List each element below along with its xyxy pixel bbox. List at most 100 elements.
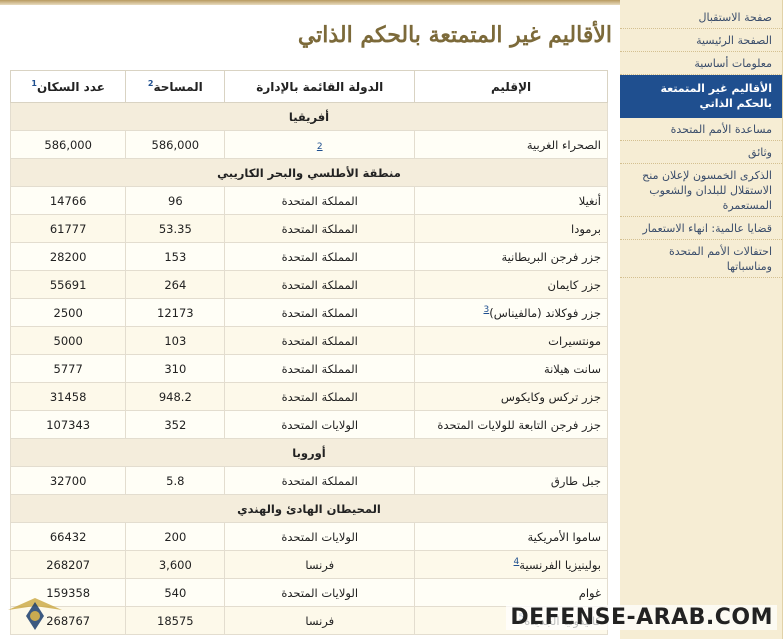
admin-cell: المملكة المتحدة xyxy=(224,382,416,411)
population-cell: 5777 xyxy=(9,354,127,383)
area-cell: 103 xyxy=(125,326,226,355)
watermark: DEFENSE-ARAB.COM xyxy=(0,598,783,639)
sidebar-item[interactable]: صفحة الاستقبال xyxy=(620,0,782,29)
territory-cell: بولينيزيا الفرنسية4 xyxy=(414,550,608,579)
watermark-logo-icon xyxy=(8,598,62,630)
population-cell: 55691 xyxy=(9,270,127,299)
population-cell: 66432 xyxy=(9,522,127,551)
area-cell: 96 xyxy=(125,186,226,215)
population-cell: 107343 xyxy=(9,410,127,439)
admin-name: المملكة المتحدة xyxy=(281,473,358,488)
population-cell: 61777 xyxy=(9,214,127,243)
table-row: الصحراء الغربية 2 586,000 586,000 xyxy=(9,130,608,159)
territory-name: الصحراء الغربية xyxy=(526,137,601,152)
sidebar-item[interactable]: مساعدة الأمم المتحدة xyxy=(620,118,782,141)
area-cell: 264 xyxy=(125,270,226,299)
territory-name: جزر فوكلاند (مالفيناس) xyxy=(489,305,601,320)
territories-table: الإقليم الدولة القائمة بالإدارة المساحة2… xyxy=(9,70,608,635)
population-cell: 28200 xyxy=(9,242,127,271)
territory-name: بولينيزيا الفرنسية xyxy=(519,557,601,572)
admin-name: الولايات المتحدة xyxy=(281,529,359,544)
admin-cell: فرنسا xyxy=(224,550,416,579)
admin-name: المملكة المتحدة xyxy=(281,249,358,264)
area-cell: 200 xyxy=(125,522,226,551)
territory-cell: جزر فرجن التابعة للولايات المتحدة xyxy=(414,410,608,439)
admin-cell: الولايات المتحدة xyxy=(224,410,416,439)
territory-name: مونتسيرات xyxy=(548,333,601,348)
territory-cell: جبل طارق xyxy=(414,466,608,495)
territory-name: جزر تركس وكايكوس xyxy=(500,389,601,404)
table-row: سانت هيلانة المملكة المتحدة 310 5777 xyxy=(9,354,608,383)
admin-name: المملكة المتحدة xyxy=(281,389,358,404)
admin-cell: 2 xyxy=(224,130,416,159)
territory-cell: سانت هيلانة xyxy=(414,354,608,383)
section-row: أفريقيا xyxy=(10,102,608,131)
sidebar-item[interactable]: الأقاليم غير المتمتعة بالحكم الذاتي xyxy=(620,75,782,118)
territory-cell: برمودا xyxy=(414,214,608,243)
population-cell: 2500 xyxy=(9,298,127,327)
header-territory: الإقليم xyxy=(414,70,608,103)
admin-cell: المملكة المتحدة xyxy=(224,186,416,215)
section-row: منطقة الأطلسي والبحر الكاريبي xyxy=(10,158,608,187)
admin-name: المملكة المتحدة xyxy=(281,277,358,292)
territory-name: سانت هيلانة xyxy=(543,361,601,376)
population-cell: 31458 xyxy=(9,382,127,411)
territory-cell: الصحراء الغربية xyxy=(414,130,608,159)
sidebar-item[interactable]: وثائق xyxy=(620,141,782,164)
admin-cell: المملكة المتحدة xyxy=(224,242,416,271)
territory-cell: مونتسيرات xyxy=(414,326,608,355)
admin-name: الولايات المتحدة xyxy=(281,417,359,432)
area-cell: 310 xyxy=(125,354,226,383)
page-title: الأقاليم غير المتمتعة بالحكم الذاتي xyxy=(297,22,612,48)
territory-name: جبل طارق xyxy=(550,473,601,488)
sidebar-item[interactable]: قضايا عالمية: انهاء الاستعمار xyxy=(620,217,782,240)
territory-cell: جزر كايمان xyxy=(414,270,608,299)
area-cell: 586,000 xyxy=(125,130,226,159)
footnote-link[interactable]: 2 xyxy=(317,142,323,152)
territory-name: جزر فرجن البريطانية xyxy=(501,249,601,264)
territory-cell: جزر تركس وكايكوس xyxy=(414,382,608,411)
population-cell: 32700 xyxy=(9,466,127,495)
admin-cell: المملكة المتحدة xyxy=(224,298,416,327)
sidebar-nav: صفحة الاستقبال الصفحة الرئيسية معلومات أسا… xyxy=(620,0,783,639)
table-row: برمودا المملكة المتحدة 53.35 61777 xyxy=(9,214,608,243)
table-row: بولينيزيا الفرنسية4 فرنسا 3,600 268207 xyxy=(9,550,608,579)
main-content: الأقاليم غير المتمتعة بالحكم الذاتي الإق… xyxy=(0,0,620,639)
territory-name: جزر فرجن التابعة للولايات المتحدة xyxy=(437,417,601,432)
admin-name: المملكة المتحدة xyxy=(281,193,358,208)
table-row: جبل طارق المملكة المتحدة 5.8 32700 xyxy=(9,466,608,495)
admin-name: فرنسا xyxy=(305,557,335,572)
admin-name: المملكة المتحدة xyxy=(281,361,358,376)
sidebar-item[interactable]: الذكرى الخمسون لإعلان منح الاستقلال للبل… xyxy=(620,164,782,217)
admin-name: المملكة المتحدة xyxy=(281,305,358,320)
territory-cell: جزر فرجن البريطانية xyxy=(414,242,608,271)
admin-cell: المملكة المتحدة xyxy=(224,270,416,299)
area-cell: 12173 xyxy=(125,298,226,327)
section-title: أوروبا xyxy=(10,438,608,467)
sidebar-item[interactable]: الصفحة الرئيسية xyxy=(620,29,782,52)
header-admin: الدولة القائمة بالإدارة xyxy=(224,70,416,103)
admin-name: المملكة المتحدة xyxy=(281,221,358,236)
admin-cell: المملكة المتحدة xyxy=(224,354,416,383)
admin-cell: الولايات المتحدة xyxy=(224,522,416,551)
sidebar-item[interactable]: معلومات أساسية xyxy=(620,52,782,75)
table-header-row: الإقليم الدولة القائمة بالإدارة المساحة2… xyxy=(9,70,608,103)
table-row: جزر فوكلاند (مالفيناس)3 المملكة المتحدة 12… xyxy=(9,298,608,327)
admin-cell: المملكة المتحدة xyxy=(224,214,416,243)
table-body: أفريقيا الصحراء الغربية 2 586,000 586,000 منط… xyxy=(9,102,608,635)
territory-cell: ساموا الأمريكية xyxy=(414,522,608,551)
section-title: منطقة الأطلسي والبحر الكاريبي xyxy=(10,158,608,187)
section-title: أفريقيا xyxy=(10,102,608,131)
area-cell: 53.35 xyxy=(125,214,226,243)
table-row: ساموا الأمريكية الولايات المتحدة 200 66432 xyxy=(9,522,608,551)
territory-name: غوام xyxy=(578,585,601,600)
area-cell: 153 xyxy=(125,242,226,271)
territory-name: أنغيلا xyxy=(578,193,601,208)
table-row: أنغيلا المملكة المتحدة 96 14766 xyxy=(9,186,608,215)
admin-cell: المملكة المتحدة xyxy=(224,326,416,355)
admin-name: الولايات المتحدة xyxy=(281,585,359,600)
population-cell: 586,000 xyxy=(9,130,127,159)
header-population: عدد السكان1 xyxy=(9,70,127,103)
watermark-text: DEFENSE-ARAB.COM xyxy=(506,605,777,630)
sidebar-item[interactable]: احتفالات الأمم المتحدة ومناسباتها xyxy=(620,240,782,278)
